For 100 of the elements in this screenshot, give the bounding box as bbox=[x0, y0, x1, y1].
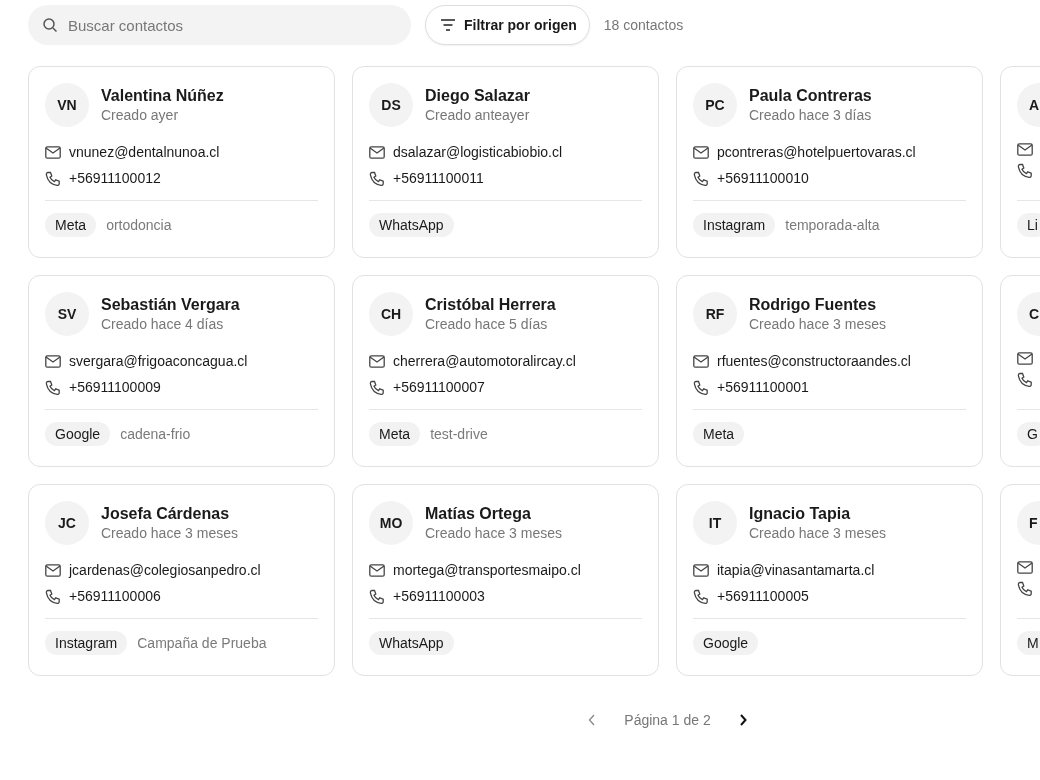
source-tag: WhatsApp bbox=[369, 213, 454, 237]
tag-label: temporada-alta bbox=[785, 217, 880, 233]
contact-name: Matías Ortega bbox=[425, 503, 532, 524]
phone-text: +56911100011 bbox=[393, 169, 484, 188]
created-date: Creado hace 3 meses bbox=[425, 523, 562, 543]
contact-name: Diego Salazar bbox=[425, 85, 530, 106]
phone-text: +56911100007 bbox=[393, 378, 485, 397]
phone-text: +56911100009 bbox=[69, 378, 161, 397]
avatar: MO bbox=[369, 501, 413, 545]
email-text: dsalazar@logisticabiobio.cl bbox=[393, 143, 563, 162]
contact-name: Paula Contreras bbox=[749, 85, 872, 106]
source-tag: WhatsApp bbox=[369, 631, 454, 655]
created-date: Creado hace 4 días bbox=[101, 314, 225, 334]
tag-label: test-drive bbox=[430, 426, 488, 442]
phone-text: +56911100012 bbox=[69, 169, 161, 188]
created-date: Creado ayer bbox=[101, 105, 180, 125]
contact-card[interactable]: MO Matías Ortega Creado hace 3 meses mortega@transportesmaipo.cl +56911100003 WhatsApp bbox=[352, 484, 659, 676]
mail-icon bbox=[1017, 143, 1033, 156]
avatar: SV bbox=[45, 292, 89, 336]
contact-name: Josefa Cárdenas bbox=[101, 503, 231, 524]
contact-card[interactable]: C G bbox=[1000, 275, 1040, 467]
contact-name: Ignacio Tapia bbox=[749, 503, 852, 524]
source-tag: Meta bbox=[369, 422, 421, 446]
chevron-left-icon bbox=[588, 714, 597, 726]
source-tag: G bbox=[1017, 422, 1040, 446]
phone-icon bbox=[369, 588, 385, 605]
avatar: VN bbox=[45, 83, 89, 127]
phone-text: +56911100003 bbox=[393, 587, 485, 606]
contact-name: Valentina Núñez bbox=[101, 85, 224, 106]
source-tag: Meta bbox=[45, 213, 97, 237]
phone-text: +56911100010 bbox=[717, 169, 809, 188]
phone-text: +56911100005 bbox=[717, 587, 809, 606]
mail-icon bbox=[693, 355, 709, 368]
created-date: Creado hace 3 días bbox=[749, 105, 872, 125]
phone-icon bbox=[1017, 581, 1033, 597]
phone-icon bbox=[45, 170, 61, 187]
phone-icon bbox=[1017, 372, 1033, 388]
email-text: svergara@frigoaconcagua.cl bbox=[69, 352, 248, 371]
filter-button[interactable]: Filtrar por origen bbox=[425, 5, 590, 45]
mail-icon bbox=[369, 146, 385, 159]
source-tag: M bbox=[1017, 631, 1040, 655]
avatar: PC bbox=[693, 83, 737, 127]
mail-icon bbox=[1017, 352, 1033, 365]
tag-label: ortodoncia bbox=[106, 217, 172, 233]
contact-card[interactable]: JC Josefa Cárdenas Creado hace 3 meses jcardenas@colegiosanpedro.cl +56911100006 Instagram Campaña de Prueba bbox=[28, 484, 335, 676]
page-indicator: Página 1 de 2 bbox=[624, 712, 711, 728]
avatar: C bbox=[1017, 292, 1040, 336]
avatar: RF bbox=[693, 292, 737, 336]
contact-card[interactable]: RF Rodrigo Fuentes Creado hace 3 meses rfuentes@constructoraandes.cl +56911100001 Meta bbox=[676, 275, 983, 467]
source-tag: Li bbox=[1017, 213, 1040, 237]
created-date: Creado hace 3 meses bbox=[749, 314, 886, 334]
created-date: Creado hace 5 días bbox=[425, 314, 549, 334]
contact-count: 18 contactos bbox=[603, 17, 684, 33]
mail-icon bbox=[45, 355, 61, 368]
contact-name: Cristóbal Herrera bbox=[425, 294, 556, 315]
avatar: IT bbox=[693, 501, 737, 545]
mail-icon bbox=[1017, 561, 1033, 574]
phone-icon bbox=[693, 588, 709, 605]
source-tag: Instagram bbox=[693, 213, 776, 237]
phone-icon bbox=[369, 170, 385, 187]
source-tag: Google bbox=[45, 422, 111, 446]
avatar: CH bbox=[369, 292, 413, 336]
mail-icon bbox=[369, 355, 385, 368]
chevron-right-icon bbox=[738, 714, 747, 726]
contact-card[interactable]: DS Diego Salazar Creado anteayer dsalazar@logisticabiobio.cl +56911100011 WhatsApp bbox=[352, 66, 659, 258]
phone-icon bbox=[45, 588, 61, 605]
avatar: A bbox=[1017, 83, 1040, 127]
phone-icon bbox=[369, 379, 385, 396]
mail-icon bbox=[45, 564, 61, 577]
contact-card[interactable]: F M bbox=[1000, 484, 1040, 676]
phone-icon bbox=[693, 379, 709, 396]
mail-icon bbox=[693, 564, 709, 577]
contact-card[interactable]: SV Sebastián Vergara Creado hace 4 días svergara@frigoaconcagua.cl +56911100009 Google cadena-frio bbox=[28, 275, 335, 467]
contact-card[interactable]: IT Ignacio Tapia Creado hace 3 meses itapia@vinasantamarta.cl +56911100005 Google bbox=[676, 484, 983, 676]
avatar: F bbox=[1017, 501, 1040, 545]
phone-icon bbox=[693, 170, 709, 187]
contact-name: Rodrigo Fuentes bbox=[749, 294, 878, 315]
contact-card[interactable]: CH Cristóbal Herrera Creado hace 5 días cherrera@automotoralircay.cl +56911100007 Meta test-drive bbox=[352, 275, 659, 467]
source-tag: Meta bbox=[693, 422, 745, 446]
contact-name: Sebastián Vergara bbox=[101, 294, 240, 315]
contact-card[interactable]: A Li bbox=[1000, 66, 1040, 258]
contact-card[interactable]: VN Valentina Núñez Creado ayer vnunez@dentalnunoa.cl +56911100012 Meta ortodoncia bbox=[28, 66, 335, 258]
email-text: jcardenas@colegiosanpedro.cl bbox=[69, 561, 261, 580]
mail-icon bbox=[369, 564, 385, 577]
mail-icon bbox=[693, 146, 709, 159]
source-tag: Instagram bbox=[45, 631, 128, 655]
email-text: itapia@vinasantamarta.cl bbox=[717, 561, 875, 580]
avatar: JC bbox=[45, 501, 89, 545]
tag-label: Campaña de Prueba bbox=[137, 635, 267, 651]
filter-icon bbox=[440, 19, 456, 31]
phone-icon bbox=[45, 379, 61, 396]
created-date: Creado hace 3 meses bbox=[749, 523, 886, 543]
email-text: rfuentes@constructoraandes.cl bbox=[717, 352, 911, 371]
contact-card[interactable]: PC Paula Contreras Creado hace 3 días pcontreras@hotelpuertovaras.cl +56911100010 Instagram temporada-alta bbox=[676, 66, 983, 258]
tag-label: cadena-frio bbox=[120, 426, 191, 442]
search-field[interactable]: Buscar contactos bbox=[28, 5, 411, 45]
created-date: Creado hace 3 meses bbox=[101, 523, 238, 543]
phone-icon bbox=[1017, 163, 1033, 179]
email-text: mortega@transportesmaipo.cl bbox=[393, 561, 581, 580]
created-date: Creado anteayer bbox=[425, 105, 530, 125]
